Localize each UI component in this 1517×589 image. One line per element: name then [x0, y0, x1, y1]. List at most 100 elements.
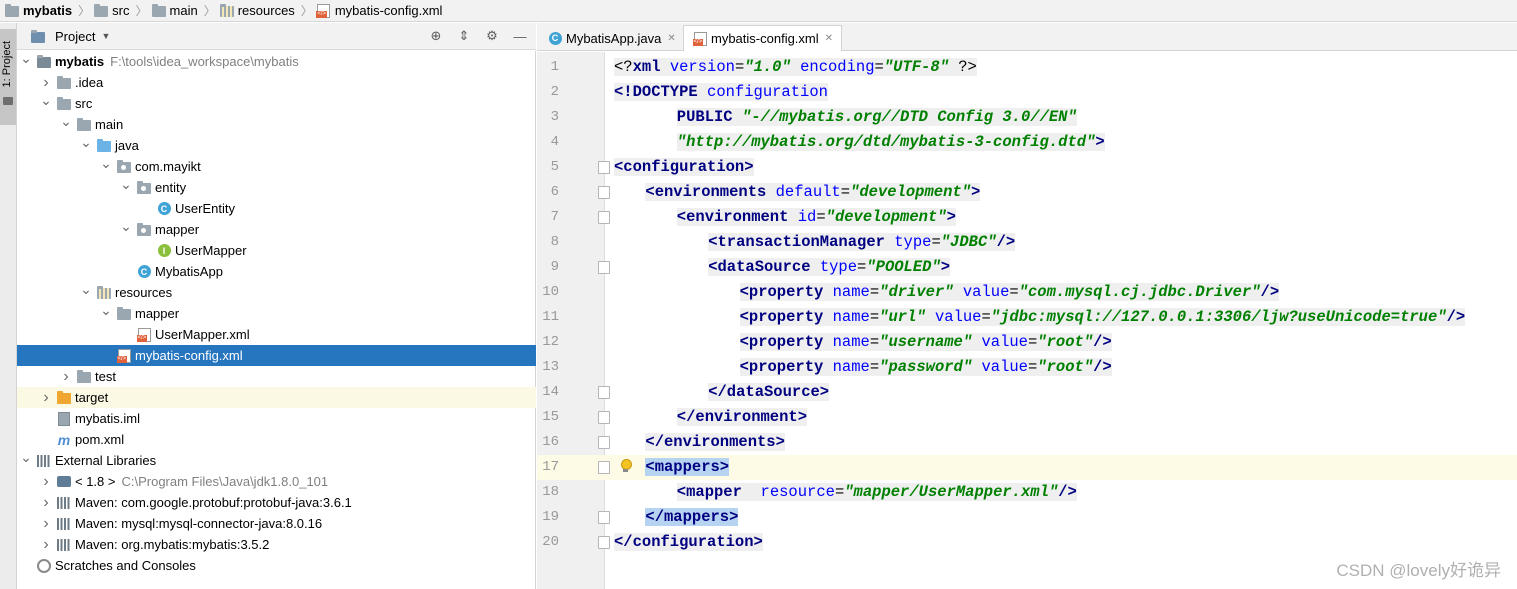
code-token: "-//mybatis.org//DTD Config 3.0//EN"	[741, 108, 1077, 126]
fold-marker-icon[interactable]	[598, 211, 610, 224]
code-token: xml	[632, 58, 670, 76]
tree-item[interactable]: › test	[17, 366, 536, 387]
gear-icon[interactable]: ⚙	[484, 28, 500, 44]
tree-item-label: UserMapper.xml	[155, 327, 250, 342]
code-token: />	[1058, 483, 1077, 501]
chevron-down-icon[interactable]: ⌄	[80, 281, 92, 297]
tree-item[interactable]: › < 1.8 > C:\Program Files\Java\jdk1.8.0_1…	[17, 471, 536, 492]
chevron-down-icon[interactable]: ⌄	[80, 134, 92, 150]
code-token: resource	[760, 483, 835, 501]
tool-window-strip: 1: Project	[0, 23, 17, 589]
chevron-down-icon[interactable]: ⌄	[40, 92, 52, 108]
chevron-right-icon[interactable]: ›	[40, 515, 52, 532]
editor-tab[interactable]: mybatis-config.xml ✕	[683, 25, 843, 51]
line-number: 5	[550, 159, 559, 175]
tree-item[interactable]: ⌄ resources	[17, 281, 536, 303]
tree-item[interactable]: ⌄ mybatis F:\tools\idea_workspace\mybatis	[17, 50, 536, 72]
close-icon[interactable]: ✕	[825, 33, 833, 44]
close-icon[interactable]: ✕	[667, 33, 675, 44]
tree-item[interactable]: › Maven: com.google.protobuf:protobuf-jav…	[17, 492, 536, 513]
chevron-right-icon[interactable]: ›	[60, 368, 72, 385]
code-token: >	[1095, 133, 1105, 151]
code-token: name	[832, 358, 870, 376]
folder-icon	[76, 369, 92, 385]
tree-item[interactable]: I UserMapper	[17, 240, 536, 261]
tree-item-label: External Libraries	[55, 453, 157, 468]
editor-tab[interactable]: C MybatisApp.java ✕	[539, 25, 684, 51]
chevron-right-icon[interactable]: ›	[40, 74, 52, 91]
collapse-icon[interactable]: ⇕	[456, 28, 472, 44]
code-token: "root"	[1037, 333, 1094, 351]
maven-icon: m	[57, 431, 71, 448]
tree-item[interactable]: Scratches and Consoles	[17, 555, 536, 576]
code-token: "driver"	[879, 283, 954, 301]
tree-item[interactable]: UserMapper.xml	[17, 324, 536, 345]
fold-marker-icon[interactable]	[598, 186, 610, 199]
chevron-down-icon[interactable]: ⌄	[120, 218, 132, 234]
chevron-down-icon[interactable]: ⌄	[100, 155, 112, 171]
fold-marker-icon[interactable]	[598, 261, 610, 274]
chevron-right-icon: 〉	[300, 4, 313, 18]
breadcrumb-item[interactable]: main	[151, 0, 202, 22]
tree-item[interactable]: mybatis.iml	[17, 408, 536, 429]
tree-item[interactable]: ⌄ java	[17, 134, 536, 156]
tree-item[interactable]: C MybatisApp	[17, 261, 536, 282]
xml-icon	[136, 327, 152, 343]
fold-marker-icon[interactable]	[598, 461, 610, 474]
tree-item-label: resources	[115, 285, 173, 300]
tree-item[interactable]: ⌄ mapper	[17, 302, 536, 324]
project-tool-window-tab[interactable]: 1: Project	[0, 29, 16, 125]
locate-icon[interactable]: ⊕	[428, 28, 444, 44]
code-token: version	[669, 58, 735, 76]
code-token: =	[857, 258, 867, 276]
project-view-dropdown[interactable]: Project ▼	[26, 28, 110, 44]
line-number: 4	[550, 134, 559, 150]
code-line: PUBLIC "-//mybatis.org//DTD Config 3.0//…	[676, 105, 1077, 130]
chevron-down-icon[interactable]: ⌄	[60, 113, 72, 129]
chevron-down-icon[interactable]: ⌄	[120, 176, 132, 192]
fold-marker-icon[interactable]	[598, 386, 610, 399]
tree-item[interactable]: ⌄ entity	[17, 176, 536, 198]
hide-icon[interactable]: —	[512, 28, 528, 44]
code-token: />	[1446, 308, 1466, 326]
folder-icon	[116, 306, 132, 322]
breadcrumb-item[interactable]: mybatis	[4, 0, 76, 22]
tree-item[interactable]: › Maven: org.mybatis:mybatis:3.5.2	[17, 534, 536, 555]
breadcrumb-item[interactable]: mybatis-config.xml	[316, 0, 447, 22]
tree-item[interactable]: mybatis-config.xml	[17, 345, 536, 366]
xml-file-icon	[316, 3, 332, 19]
line-number: 1	[550, 59, 559, 75]
lightbulb-icon[interactable]	[620, 459, 632, 473]
breadcrumb-item[interactable]: resources	[219, 0, 299, 22]
chevron-right-icon[interactable]: ›	[40, 536, 52, 553]
tree-item-label: Maven: mysql:mysql-connector-java:8.0.16	[75, 516, 323, 531]
chevron-down-icon[interactable]: ⌄	[20, 449, 32, 465]
chevron-down-icon[interactable]: ⌄	[100, 302, 112, 318]
code-token: >	[940, 258, 951, 276]
tree-item[interactable]: ⌄ src	[17, 92, 536, 114]
tree-item[interactable]: › .idea	[17, 72, 536, 93]
tree-item[interactable]: ⌄ External Libraries	[17, 449, 536, 471]
tree-item[interactable]: m pom.xml	[17, 429, 536, 450]
fold-marker-icon[interactable]	[598, 411, 610, 424]
tree-item[interactable]: › target	[17, 387, 536, 408]
code-token: "password"	[879, 358, 973, 376]
code-line: <environments default="development">	[645, 180, 981, 205]
chevron-down-icon[interactable]: ⌄	[20, 50, 32, 66]
tree-item[interactable]: ⌄ mapper	[17, 218, 536, 240]
tree-item[interactable]: ⌄ com.mayikt	[17, 155, 536, 177]
chevron-right-icon[interactable]: ›	[40, 389, 52, 406]
fold-marker-icon[interactable]	[598, 536, 610, 549]
tree-item[interactable]: ⌄ main	[17, 113, 536, 135]
tree-item[interactable]: › Maven: mysql:mysql-connector-java:8.0.1…	[17, 513, 536, 534]
chevron-right-icon[interactable]: ›	[40, 473, 52, 490]
code-token: =	[1027, 358, 1038, 376]
code-token: >	[970, 183, 981, 201]
fold-marker-icon[interactable]	[598, 161, 610, 174]
tree-item[interactable]: C UserEntity	[17, 198, 536, 219]
fold-marker-icon[interactable]	[598, 511, 610, 524]
breadcrumb-item[interactable]: src	[93, 0, 133, 22]
chevron-right-icon[interactable]: ›	[40, 494, 52, 511]
fold-marker-icon[interactable]	[598, 436, 610, 449]
